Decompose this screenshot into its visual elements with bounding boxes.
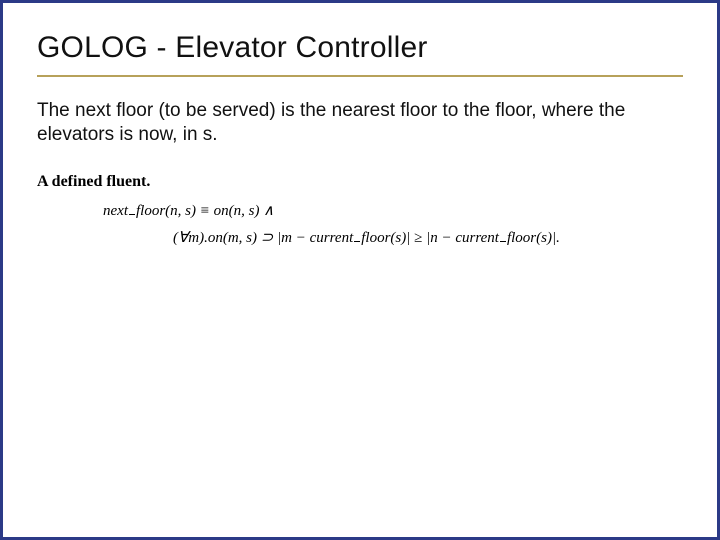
formula-line1-part-b: floor(n, s) ≡ on(n, s) ∧ [136,203,274,219]
slide-frame: GOLOG - Elevator Controller The next flo… [0,0,720,540]
formula-line-1: next floor(n, s) ≡ on(n, s) ∧ [37,199,683,225]
formula-line1-part-a: next [103,203,128,219]
underscore-icon [500,234,506,242]
slide-body: The next floor (to be served) is the nea… [37,99,637,147]
fluent-definition: A defined fluent. next floor(n, s) ≡ on(n… [37,173,683,252]
formula-line2-part-b: floor(s)| ≥ |n − current [361,230,499,246]
formula-line2-part-c: floor(s)|. [507,230,560,246]
fluent-heading: A defined fluent. [37,173,683,191]
slide-title: GOLOG - Elevator Controller [37,31,683,77]
underscore-icon [129,206,135,214]
formula-line2-part-a: (∀m).on(m, s) ⊃ |m − current [173,230,353,246]
underscore-icon [354,234,360,242]
fluent-formula: next floor(n, s) ≡ on(n, s) ∧ (∀m).on(m, … [37,199,683,252]
formula-line-2: (∀m).on(m, s) ⊃ |m − current floor(s)| ≥ … [37,226,683,252]
